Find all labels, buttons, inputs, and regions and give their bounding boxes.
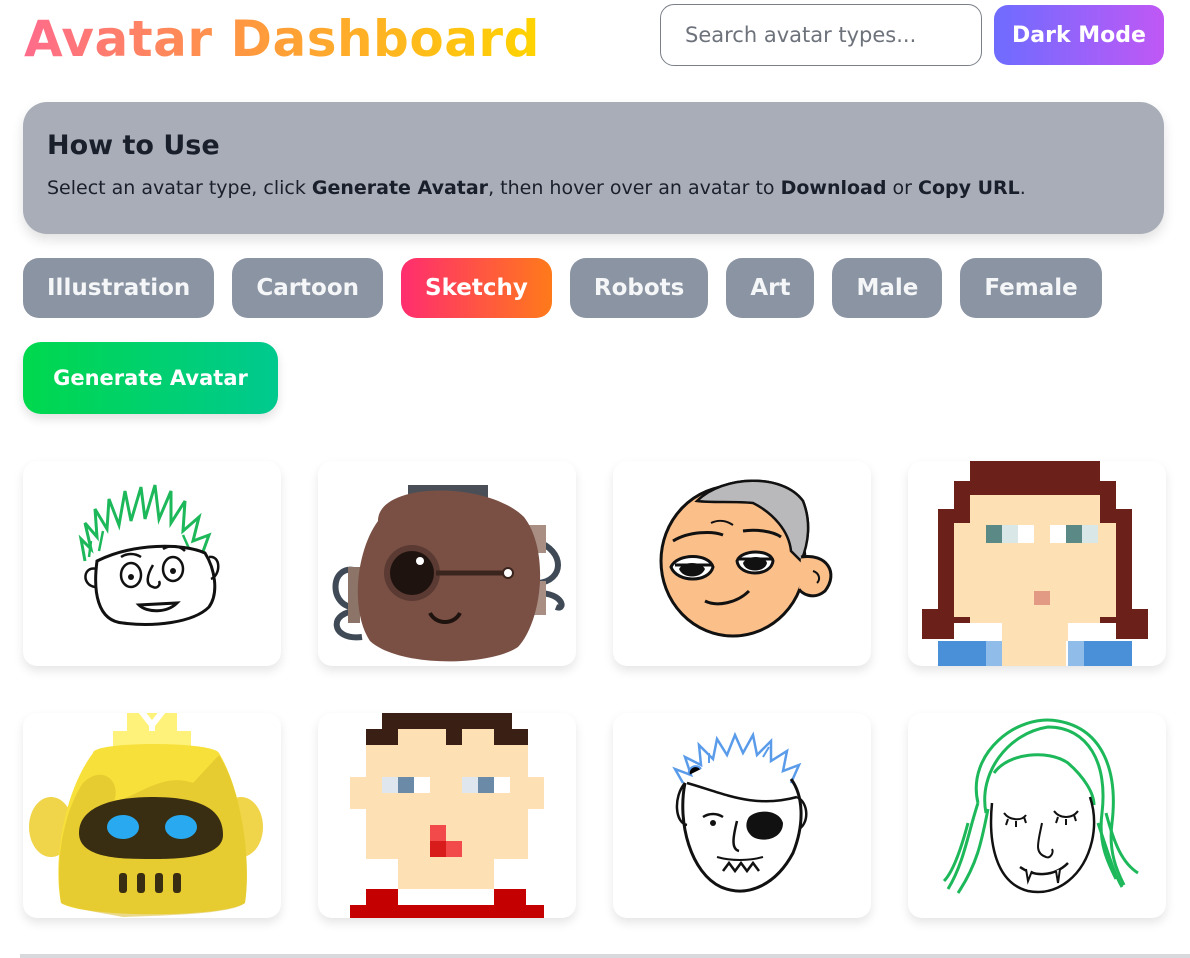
filter-chip-female[interactable]: Female xyxy=(960,258,1102,318)
page-title: Avatar Dashboard xyxy=(24,10,540,68)
filter-chip-illustration[interactable]: Illustration xyxy=(23,258,215,318)
filter-chip-cartoon[interactable]: Cartoon xyxy=(232,258,384,318)
avatar-card[interactable] xyxy=(23,461,281,666)
avatar-card[interactable] xyxy=(908,461,1166,666)
how-to-copy-url-emphasis: Copy URL xyxy=(918,177,1020,199)
yellow-robot-avatar xyxy=(29,713,263,917)
how-to-text: Select an avatar type, click Generate Av… xyxy=(47,177,1140,199)
cartoon-old-man-avatar xyxy=(659,479,833,638)
generate-avatar-button[interactable]: Generate Avatar xyxy=(23,342,278,414)
how-to-use-panel: How to Use Select an avatar type, click … xyxy=(23,102,1164,234)
search-input[interactable] xyxy=(660,4,982,66)
how-to-generate-emphasis: Generate Avatar xyxy=(311,177,489,199)
avatar-card[interactable] xyxy=(613,713,871,918)
dark-mode-button[interactable]: Dark Mode xyxy=(994,5,1164,65)
filter-chip-male[interactable]: Male xyxy=(832,258,943,318)
avatar-card[interactable] xyxy=(318,713,576,918)
avatar-card[interactable] xyxy=(613,461,871,666)
filter-chip-art[interactable]: Art xyxy=(726,258,815,318)
avatar-type-filters: Illustration Cartoon Sketchy Robots Art … xyxy=(23,258,1102,318)
how-to-download-emphasis: Download xyxy=(780,177,887,199)
sketchy-eyepatch-man-avatar xyxy=(672,731,808,893)
sketchy-green-hair-woman-avatar xyxy=(942,718,1139,894)
how-to-text-part: Select an avatar type, click xyxy=(47,177,312,199)
brown-robot-eyepatch-avatar xyxy=(332,485,565,662)
how-to-text-part: , then hover over an avatar to xyxy=(488,177,781,199)
how-to-heading: How to Use xyxy=(47,130,220,161)
filter-chip-sketchy[interactable]: Sketchy xyxy=(401,258,552,318)
how-to-text-part: . xyxy=(1019,177,1026,199)
avatar-card[interactable] xyxy=(318,461,576,666)
filter-chip-robots[interactable]: Robots xyxy=(569,258,709,318)
how-to-text-part: or xyxy=(886,177,918,199)
avatar-card[interactable] xyxy=(908,713,1166,918)
pixel-man-dark-hair-avatar xyxy=(350,713,544,918)
horizontal-scrollbar[interactable] xyxy=(20,954,1190,958)
sketchy-green-hair-avatar xyxy=(78,484,220,626)
avatar-card[interactable] xyxy=(23,713,281,918)
pixel-woman-brown-hair-avatar xyxy=(922,461,1148,666)
